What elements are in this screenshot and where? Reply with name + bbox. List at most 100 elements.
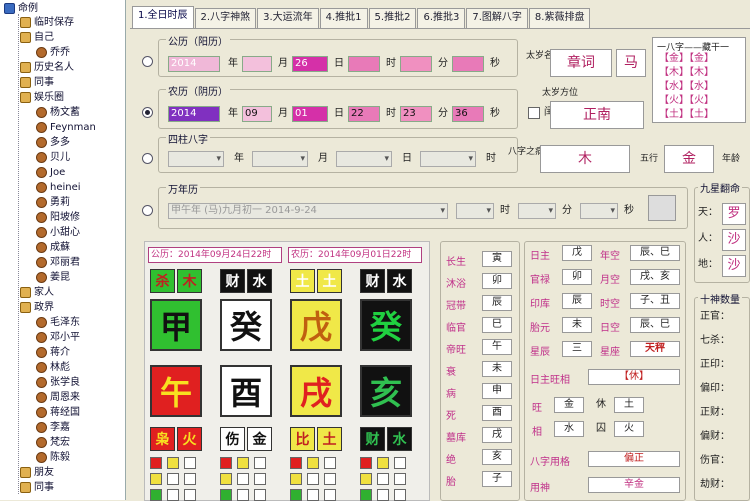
tree-node-group[interactable]: 历史名人 bbox=[20, 61, 74, 74]
tree-node-person[interactable]: 阳坡修 bbox=[36, 211, 80, 224]
tree-node-group[interactable]: 临时保存 bbox=[20, 16, 74, 29]
status-checkbox[interactable] bbox=[184, 473, 196, 485]
tree-node-person[interactable]: 梵宏 bbox=[36, 436, 70, 449]
tree-node-person[interactable]: 蒋经国 bbox=[36, 406, 80, 419]
calendar-minute-select[interactable] bbox=[518, 203, 556, 219]
year-pillar-select[interactable] bbox=[168, 151, 224, 167]
status-checkbox[interactable] bbox=[394, 457, 406, 469]
status-checkbox[interactable] bbox=[307, 457, 319, 469]
calendar-select[interactable]: 甲午年 (马)九月初一 2014-9-24 bbox=[168, 203, 448, 219]
solar-year-input[interactable]: 2014 bbox=[168, 56, 220, 72]
leap-month-checkbox[interactable] bbox=[528, 107, 540, 119]
status-checkbox[interactable] bbox=[377, 473, 389, 485]
tree-node-group[interactable]: 娱乐圈 bbox=[20, 91, 64, 104]
calendar-button[interactable] bbox=[648, 195, 676, 221]
tree-node-person[interactable]: 乔乔 bbox=[36, 46, 70, 59]
status-checkbox[interactable] bbox=[377, 457, 389, 469]
tree-node-group[interactable]: 同事 bbox=[20, 481, 54, 494]
tree-node-group[interactable]: 家人 bbox=[20, 286, 54, 299]
status-checkbox[interactable] bbox=[220, 473, 232, 485]
status-checkbox[interactable] bbox=[184, 489, 196, 501]
status-checkbox[interactable] bbox=[254, 457, 266, 469]
tree-node-group[interactable]: 自己 bbox=[20, 31, 54, 44]
status-checkbox[interactable] bbox=[360, 473, 372, 485]
tree-node-person[interactable]: 邓小平 bbox=[36, 331, 80, 344]
lunar-day-input[interactable]: 01 bbox=[292, 106, 328, 122]
tree-node-group[interactable]: 政界 bbox=[20, 301, 54, 314]
lunar-second-input[interactable]: 36 bbox=[452, 106, 484, 122]
status-checkbox[interactable] bbox=[167, 489, 179, 501]
tree-node-person[interactable]: 杨文蓄 bbox=[36, 106, 80, 119]
lunar-minute-input[interactable]: 23 bbox=[400, 106, 432, 122]
pillars-radio[interactable] bbox=[142, 153, 153, 164]
tree-node-person[interactable]: 姜昆 bbox=[36, 271, 70, 284]
status-checkbox[interactable] bbox=[237, 457, 249, 469]
status-checkbox[interactable] bbox=[167, 473, 179, 485]
tab-4[interactable]: 4.推批1 bbox=[319, 8, 368, 28]
status-checkbox[interactable] bbox=[150, 473, 162, 485]
status-checkbox[interactable] bbox=[220, 457, 232, 469]
tree-node-person[interactable]: 毛泽东 bbox=[36, 316, 80, 329]
calendar-hour-select[interactable] bbox=[456, 203, 494, 219]
status-checkbox[interactable] bbox=[290, 489, 302, 501]
status-checkbox[interactable] bbox=[324, 473, 336, 485]
status-checkbox[interactable] bbox=[394, 473, 406, 485]
lunar-radio[interactable] bbox=[142, 107, 153, 118]
solar-second-input[interactable] bbox=[452, 56, 484, 72]
status-checkbox[interactable] bbox=[254, 489, 266, 501]
day-pillar-select[interactable] bbox=[336, 151, 392, 167]
tree-root[interactable]: 命例 bbox=[4, 2, 38, 15]
tree-node-person[interactable]: 贝儿 bbox=[36, 151, 70, 164]
tree-node-person[interactable]: 多多 bbox=[36, 136, 70, 149]
tab-5[interactable]: 5.推批2 bbox=[368, 8, 417, 28]
status-checkbox[interactable] bbox=[220, 489, 232, 501]
tree-node-group[interactable]: 朋友 bbox=[20, 466, 54, 479]
status-checkbox[interactable] bbox=[150, 489, 162, 501]
status-checkbox[interactable] bbox=[290, 457, 302, 469]
tab-1[interactable]: 1.全日时辰 bbox=[132, 6, 194, 28]
lunar-year-input[interactable]: 2014 bbox=[168, 106, 220, 122]
status-checkbox[interactable] bbox=[237, 489, 249, 501]
tree-node-person[interactable]: 陈毅 bbox=[36, 451, 70, 464]
tree-node-person[interactable]: Feynman bbox=[36, 121, 96, 134]
status-checkbox[interactable] bbox=[360, 489, 372, 501]
status-checkbox[interactable] bbox=[324, 457, 336, 469]
tree-node-person[interactable]: 周恩来 bbox=[36, 391, 80, 404]
solar-radio[interactable] bbox=[142, 56, 153, 67]
calendar-second-select[interactable] bbox=[580, 203, 618, 219]
status-checkbox[interactable] bbox=[307, 489, 319, 501]
solar-day-input[interactable]: 26 bbox=[292, 56, 328, 72]
status-checkbox[interactable] bbox=[377, 489, 389, 501]
tree-node-person[interactable]: 勇莉 bbox=[36, 196, 70, 209]
calendar-radio[interactable] bbox=[142, 205, 153, 216]
tree-node-group[interactable]: 同事 bbox=[20, 76, 54, 89]
tree-node-person[interactable]: 李嘉 bbox=[36, 421, 70, 434]
tree-node-person[interactable]: 林彪 bbox=[36, 361, 70, 374]
lunar-month-input[interactable]: 09 bbox=[242, 106, 272, 122]
tree-node-person[interactable]: Joe bbox=[36, 166, 65, 179]
status-checkbox[interactable] bbox=[254, 473, 266, 485]
tree-node-person[interactable]: 蒋介 bbox=[36, 346, 70, 359]
lunar-hour-input[interactable]: 22 bbox=[348, 106, 380, 122]
tab-7[interactable]: 7.图解八字 bbox=[466, 8, 528, 28]
solar-month-input[interactable] bbox=[242, 56, 272, 72]
solar-hour-input[interactable] bbox=[348, 56, 380, 72]
month-pillar-select[interactable] bbox=[252, 151, 308, 167]
status-checkbox[interactable] bbox=[150, 457, 162, 469]
status-checkbox[interactable] bbox=[167, 457, 179, 469]
tree-node-person[interactable]: 张学良 bbox=[36, 376, 80, 389]
status-checkbox[interactable] bbox=[360, 457, 372, 469]
status-checkbox[interactable] bbox=[394, 489, 406, 501]
status-checkbox[interactable] bbox=[290, 473, 302, 485]
tab-2[interactable]: 2.八字神煞 bbox=[194, 8, 257, 28]
status-checkbox[interactable] bbox=[184, 457, 196, 469]
tab-6[interactable]: 6.推批3 bbox=[417, 8, 466, 28]
tree-node-person[interactable]: 小甜心 bbox=[36, 226, 80, 239]
tree-node-person[interactable]: 成蘇 bbox=[36, 241, 70, 254]
tab-8[interactable]: 8.紫薇排盘 bbox=[528, 8, 591, 28]
solar-minute-input[interactable] bbox=[400, 56, 432, 72]
status-checkbox[interactable] bbox=[307, 473, 319, 485]
case-tree[interactable]: 命例 临时保存 自己 乔乔 历史名人 同事 娱乐圈 杨文蓄 Feynman 多多 贝儿 Joe hei… bbox=[0, 0, 126, 500]
status-checkbox[interactable] bbox=[237, 473, 249, 485]
status-checkbox[interactable] bbox=[324, 489, 336, 501]
